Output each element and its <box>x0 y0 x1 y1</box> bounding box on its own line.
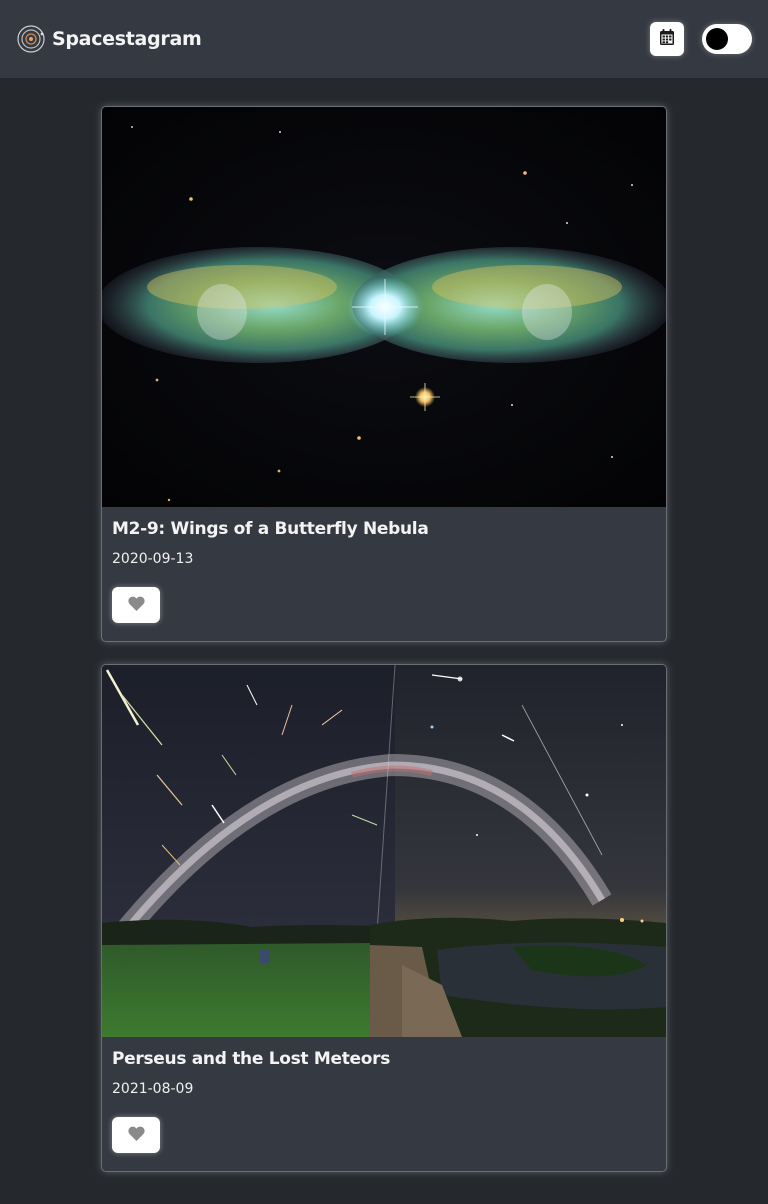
like-button[interactable] <box>112 587 160 623</box>
heart-icon <box>127 1126 145 1145</box>
theme-toggle[interactable] <box>702 24 752 54</box>
post-date: 2020-09-13 <box>112 551 194 567</box>
post-feed: M2-9: Wings of a Butterfly Nebula 2020-0… <box>0 78 768 1172</box>
top-navbar: Spacestagram <box>0 0 768 78</box>
post-date: 2021-08-09 <box>112 1081 194 1097</box>
app-title: Spacestagram <box>52 28 202 50</box>
post-card: M2-9: Wings of a Butterfly Nebula 2020-0… <box>101 106 667 642</box>
toggle-knob <box>706 28 728 50</box>
post-body: Perseus and the Lost Meteors 2021-08-09 <box>102 1037 666 1171</box>
orbit-logo-icon <box>16 24 46 54</box>
post-title: Perseus and the Lost Meteors <box>112 1049 391 1069</box>
post-image-perseus-meteors[interactable] <box>102 665 666 1037</box>
post-body: M2-9: Wings of a Butterfly Nebula 2020-0… <box>102 507 666 641</box>
brand[interactable]: Spacestagram <box>16 24 202 54</box>
post-title: M2-9: Wings of a Butterfly Nebula <box>112 519 429 539</box>
date-picker-button[interactable] <box>650 22 684 56</box>
post-card: Perseus and the Lost Meteors 2021-08-09 <box>101 664 667 1172</box>
calendar-icon <box>660 29 674 49</box>
header-controls <box>650 22 752 56</box>
post-image-butterfly-nebula[interactable] <box>102 107 666 507</box>
heart-icon <box>127 596 145 615</box>
like-button[interactable] <box>112 1117 160 1153</box>
